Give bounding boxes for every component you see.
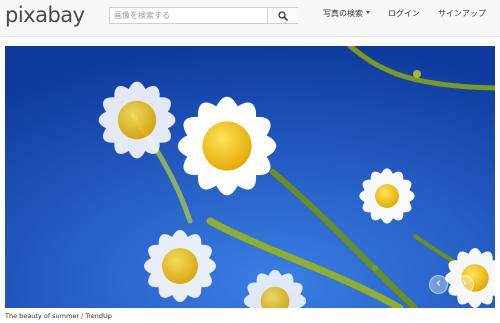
caption-separator: / <box>81 312 84 320</box>
search-icon <box>278 11 288 21</box>
next-slide-button[interactable]: › <box>455 275 474 294</box>
caret-down-icon <box>366 11 370 14</box>
caption-author[interactable]: TrendUp <box>85 312 112 320</box>
prev-slide-button[interactable]: ‹ <box>429 275 448 294</box>
signup-link[interactable]: サインアップ <box>438 8 486 20</box>
photo-search-menu-label: 写真の検索 <box>323 9 363 18</box>
image-caption: The beauty of summer / TrendUp <box>5 311 112 321</box>
search-box <box>109 7 298 24</box>
login-link[interactable]: ログイン <box>388 8 420 20</box>
pixabay-logo[interactable]: pixabay <box>5 2 85 28</box>
search-input[interactable] <box>112 8 268 23</box>
chevron-left-icon: ‹ <box>435 276 442 291</box>
photo-search-menu[interactable]: 写真の検索 <box>323 8 370 20</box>
daisy-photo <box>5 46 495 308</box>
hero-image <box>5 46 495 308</box>
chevron-right-icon: › <box>461 276 468 291</box>
search-button[interactable] <box>267 8 298 23</box>
top-bar: pixabay 写真の検索 ログイン サインアップ <box>0 0 500 37</box>
caption-title[interactable]: The beauty of summer <box>5 312 79 320</box>
